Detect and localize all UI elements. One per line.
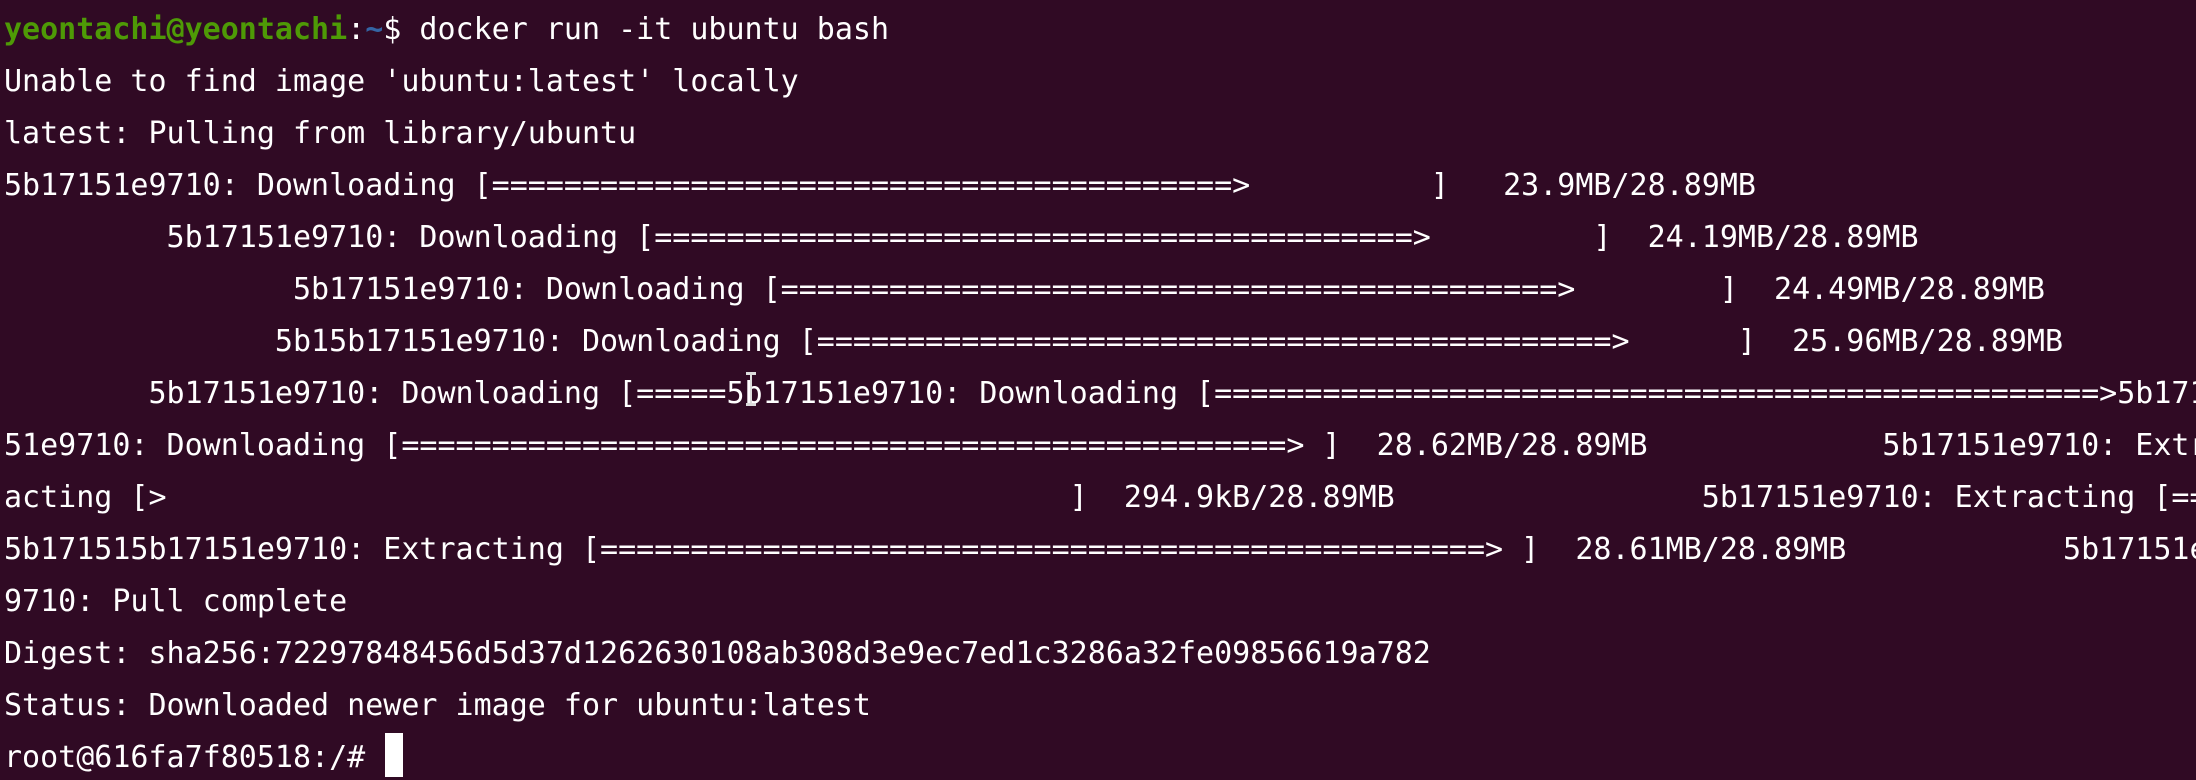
container-prompt-line[interactable]: root@616fa7f80518:/#	[4, 732, 2196, 780]
output-line: 51e9710: Downloading [==================…	[4, 428, 2196, 463]
prompt-path: ~	[365, 12, 384, 47]
output-line: Unable to find image 'ubuntu:latest' loc…	[4, 64, 799, 99]
container-prompt: root@616fa7f80518:/#	[4, 740, 384, 775]
output-line: Digest: sha256:72297848456d5d37d12626301…	[4, 636, 1431, 671]
mouse-ibeam-cursor	[745, 372, 757, 406]
output-line: Status: Downloaded newer image for ubunt…	[4, 688, 871, 723]
output-line: 5b15b17151e9710: Downloading [==========…	[4, 324, 2064, 359]
prompt-colon: :	[347, 12, 366, 47]
output-line: acting [> ] 294.9kB/28.89MB 5b17151e9710…	[4, 480, 2196, 515]
output-line: latest: Pulling from library/ubuntu	[4, 116, 637, 151]
output-line: 5b17151e9710: Downloading [=============…	[4, 220, 1919, 255]
prompt-user-host: yeontachi@yeontachi	[4, 12, 348, 47]
terminal-window[interactable]: yeontachi@yeontachi:~$ docker run -it ub…	[0, 0, 2196, 780]
prompt-symbol: $	[383, 12, 420, 47]
output-line: 5b171515b17151e9710: Extracting [=======…	[4, 532, 2196, 567]
output-line: 9710: Pull complete	[4, 584, 348, 619]
block-cursor	[385, 733, 404, 777]
output-line: 5b17151e9710: Downloading [=============…	[4, 168, 1756, 203]
output-line: 5b17151e9710: Downloading [=============…	[4, 272, 2045, 307]
command-text: docker run -it ubuntu bash	[419, 12, 890, 47]
command-line: yeontachi@yeontachi:~$ docker run -it ub…	[4, 4, 2196, 56]
output-line: 5b17151e9710: Downloading [=====5b17151e…	[4, 376, 2196, 411]
